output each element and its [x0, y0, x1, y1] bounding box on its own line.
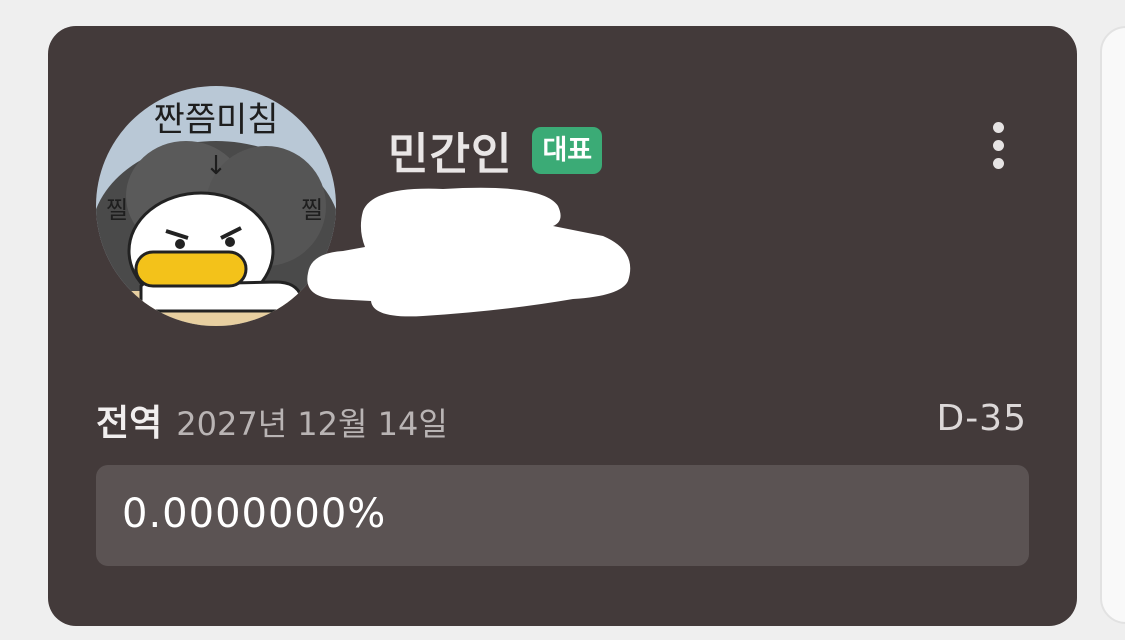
discharge-date-row: 전역 2027년 12월 14일 — [96, 394, 448, 446]
name-row: 민간인 대표 — [388, 118, 603, 182]
screen: 짠쯤미침 ↓ 찔 찔 민간인 대표 전역 2027년 12월 14일 D-35 … — [0, 0, 1125, 640]
progress-bar: 0.0000000% — [96, 465, 1029, 566]
duck-character-icon: 짠쯤미침 ↓ 찔 찔 — [96, 86, 336, 326]
next-card-edge[interactable] — [1100, 26, 1125, 624]
redaction-mark — [307, 187, 631, 317]
more-vertical-icon-dot — [992, 157, 1004, 169]
d-day-counter: D-35 — [936, 398, 1027, 439]
discharge-date: 2027년 12월 14일 — [176, 405, 448, 443]
more-options-button[interactable] — [983, 118, 1013, 172]
avatar[interactable]: 짠쯤미침 ↓ 찔 찔 — [96, 86, 336, 326]
profile-name: 민간인 — [388, 129, 513, 180]
more-vertical-icon-dot — [992, 139, 1004, 151]
avatar-top-text: 짠쯤미침 — [153, 100, 278, 140]
avatar-left-text: 찔 — [106, 196, 128, 224]
avatar-arrow: ↓ — [205, 151, 227, 181]
discharge-label: 전역 — [96, 403, 163, 444]
progress-percent: 0.0000000% — [122, 491, 387, 537]
representative-badge: 대표 — [532, 126, 603, 174]
profile-card[interactable]: 짠쯤미침 ↓ 찔 찔 민간인 대표 전역 2027년 12월 14일 D-35 … — [48, 26, 1077, 626]
more-vertical-icon — [992, 121, 1004, 133]
